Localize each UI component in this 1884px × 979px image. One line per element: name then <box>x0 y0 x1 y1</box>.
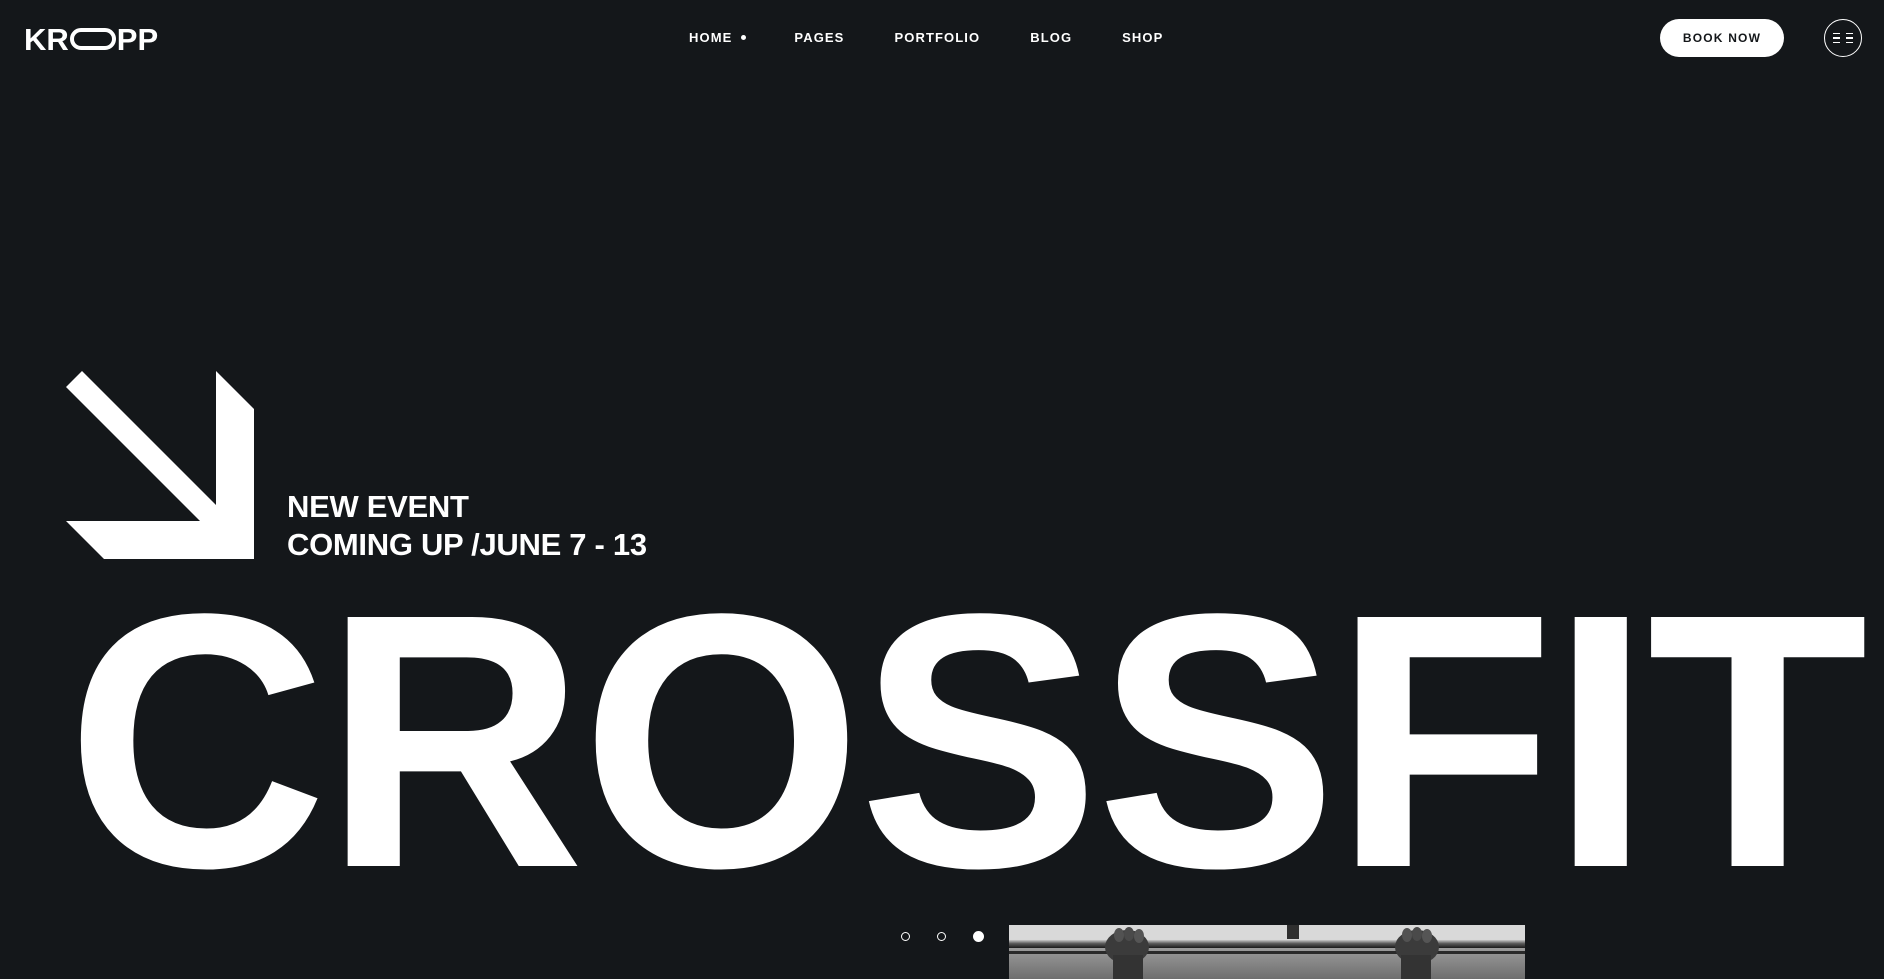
nav-item-home[interactable]: HOME <box>689 30 747 45</box>
nav-item-portfolio[interactable]: PORTFOLIO <box>894 30 980 45</box>
slider-dot-2[interactable] <box>937 932 946 941</box>
nav-item-label: SHOP <box>1122 30 1164 45</box>
slider-dot-3-active[interactable] <box>973 931 984 942</box>
nav-item-label: PAGES <box>794 30 845 45</box>
logo-text-left: KR <box>24 21 69 57</box>
active-indicator-dot <box>741 35 747 40</box>
hero-headline: CROSSFIT <box>66 538 1868 943</box>
slider-dot-1[interactable] <box>901 932 910 941</box>
nav-item-label: HOME <box>689 30 733 45</box>
nav-item-blog[interactable]: BLOG <box>1030 30 1072 45</box>
nav-item-pages[interactable]: PAGES <box>794 30 844 45</box>
logo-text-right: PP <box>116 21 159 57</box>
nav-item-label: BLOG <box>1030 30 1073 45</box>
arrow-down-right-icon <box>66 371 254 559</box>
hamburger-icon[interactable] <box>1824 19 1862 57</box>
menu-lines-right <box>1846 32 1853 44</box>
page: KR PP HOME PAGES PORTFOLIO BLOG SHOP BOO… <box>0 0 1884 979</box>
menu-lines-left <box>1833 32 1840 44</box>
nav-item-label: PORTFOLIO <box>894 30 981 45</box>
nav-item-shop[interactable]: SHOP <box>1122 30 1163 45</box>
pullup-photo-image <box>1009 925 1525 979</box>
slider-pagination <box>901 931 984 942</box>
hero-photo <box>1009 925 1525 979</box>
book-now-button[interactable]: BOOK NOW <box>1660 19 1784 57</box>
main-nav: HOME PAGES PORTFOLIO BLOG SHOP <box>689 30 1163 45</box>
logo[interactable]: KR PP <box>24 21 159 57</box>
event-line-1: NEW EVENT <box>287 489 469 524</box>
logo-o-shape <box>69 28 116 50</box>
